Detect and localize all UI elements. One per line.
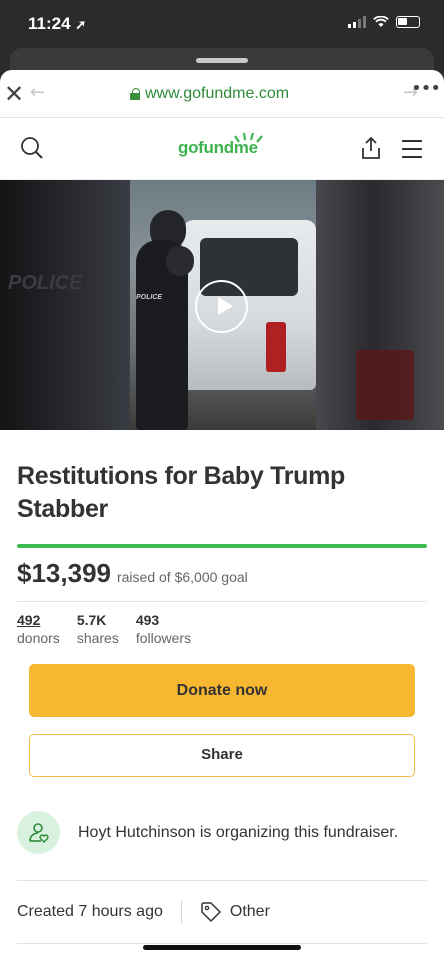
stats-row: 492 donors 5.7K shares 493 followers bbox=[17, 612, 427, 646]
close-icon[interactable]: ✕ bbox=[4, 80, 24, 108]
video-vehicle-taillight bbox=[266, 322, 286, 372]
stat-donors[interactable]: 492 donors bbox=[17, 612, 60, 646]
donate-now-button[interactable]: Donate now bbox=[29, 664, 415, 717]
video-figure-head bbox=[166, 246, 194, 276]
video-blur-left bbox=[0, 180, 130, 430]
organizer-row: Hoyt Hutchinson is organizing this fundr… bbox=[17, 811, 427, 854]
sheet-grabber[interactable] bbox=[196, 58, 248, 63]
site-header: gofundme bbox=[0, 118, 444, 180]
campaign-video[interactable]: POLICE POLICE bbox=[0, 180, 444, 430]
stat-value: 5.7K bbox=[76, 612, 107, 628]
browser-window: ✕ ← www.gofundme.com → ••• gofundme POLI… bbox=[0, 70, 444, 960]
video-overlay-text: POLICE bbox=[8, 272, 83, 294]
stat-label: followers bbox=[135, 630, 192, 646]
more-icon[interactable]: ••• bbox=[411, 78, 441, 99]
home-indicator[interactable] bbox=[143, 945, 301, 950]
created-time: Created 7 hours ago bbox=[17, 903, 163, 920]
status-icons bbox=[348, 16, 420, 28]
play-icon[interactable] bbox=[195, 280, 248, 333]
amount-row: $13,399 raised of $6,000 goal bbox=[17, 558, 427, 589]
meta-row: Created 7 hours ago Other bbox=[17, 901, 427, 923]
category-link[interactable]: Other bbox=[200, 901, 270, 923]
campaign-content: Restitutions for Baby Trump Stabber $13,… bbox=[0, 460, 444, 944]
stat-value: 493 bbox=[135, 612, 160, 628]
logo-sun-icon bbox=[234, 132, 263, 143]
stat-shares: 5.7K shares bbox=[77, 612, 119, 646]
stat-label: shares bbox=[76, 630, 119, 646]
organizer-avatar bbox=[17, 811, 60, 854]
stat-label: donors bbox=[17, 630, 60, 646]
url-bar: ✕ ← www.gofundme.com → ••• bbox=[0, 70, 444, 118]
status-bar: 11:24 ➚ bbox=[0, 0, 444, 52]
video-badge-text: POLICE bbox=[136, 294, 163, 301]
stat-followers: 493 followers bbox=[136, 612, 191, 646]
campaign-title: Restitutions for Baby Trump Stabber bbox=[17, 462, 346, 523]
meta-separator bbox=[180, 901, 182, 923]
back-arrow-icon[interactable]: ← bbox=[30, 82, 45, 103]
share-button[interactable]: Share bbox=[29, 734, 415, 777]
stat-value: 492 bbox=[17, 612, 41, 628]
divider bbox=[17, 601, 427, 602]
hamburger-menu-icon[interactable] bbox=[402, 140, 422, 164]
organizer-text[interactable]: Hoyt Hutchinson is organizing this fundr… bbox=[78, 824, 398, 842]
user-heart-icon bbox=[28, 822, 49, 843]
video-taillight-blur bbox=[356, 350, 414, 420]
divider bbox=[17, 880, 427, 881]
url-text: www.gofundme.com bbox=[145, 85, 290, 102]
wifi-icon bbox=[373, 16, 389, 27]
category-label: Other bbox=[229, 903, 270, 920]
tag-icon bbox=[201, 902, 221, 922]
search-icon[interactable] bbox=[20, 136, 44, 160]
url-display[interactable]: www.gofundme.com bbox=[130, 85, 289, 103]
divider bbox=[17, 943, 427, 944]
signal-icon bbox=[348, 16, 366, 28]
goal-text: raised of $6,000 goal bbox=[116, 569, 248, 585]
battery-icon bbox=[396, 16, 420, 28]
share-icon[interactable] bbox=[360, 136, 382, 160]
progress-bar bbox=[17, 544, 427, 548]
lock-icon bbox=[130, 88, 140, 100]
status-time: 11:24 ➚ bbox=[28, 14, 87, 33]
amount-raised: $13,399 bbox=[17, 558, 111, 588]
